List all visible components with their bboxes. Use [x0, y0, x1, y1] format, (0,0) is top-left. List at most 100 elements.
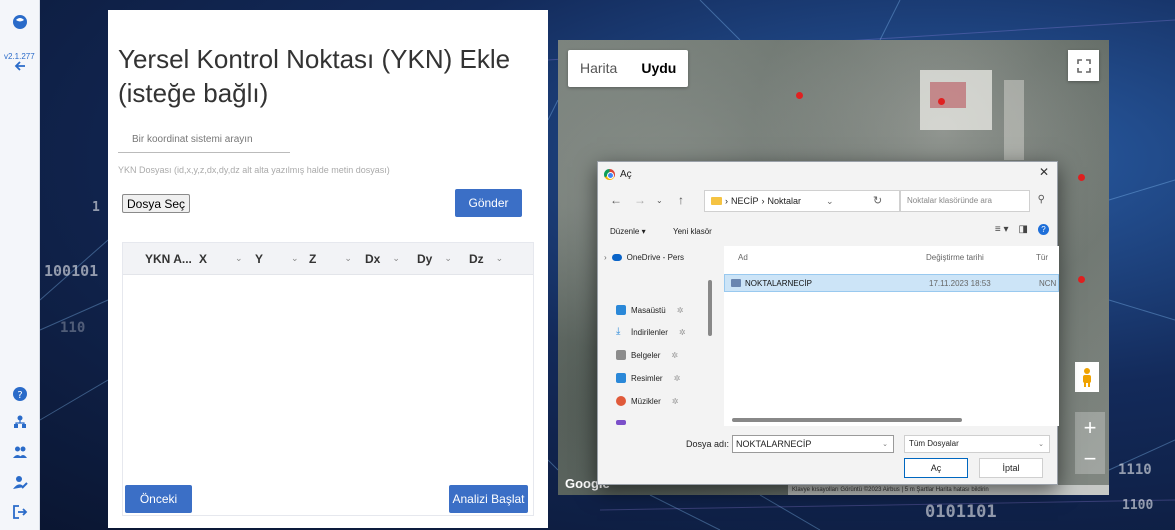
chevron-down-icon[interactable]: ⌄: [656, 196, 663, 205]
navigation-pane: › OneDrive - Pers Masaüstü ✲ ⤓ İndirilen…: [604, 246, 708, 426]
nav-item-label: Masaüstü: [631, 305, 666, 315]
chevron-down-icon[interactable]: ⌄: [826, 196, 834, 207]
ykn-marker[interactable]: [1078, 276, 1085, 283]
downloads-icon: ⤓: [616, 326, 621, 337]
bg-binary-text: 110: [60, 320, 86, 336]
bg-binary-text: 1110: [1118, 462, 1152, 478]
chevron-down-icon[interactable]: ⌄: [235, 253, 243, 264]
documents-icon: [616, 350, 626, 360]
back-arrow-icon[interactable]: ←: [610, 193, 622, 207]
nav-item-documents[interactable]: Belgeler ✲: [616, 347, 678, 363]
chevron-down-icon[interactable]: ⌄: [882, 437, 888, 453]
zoom-out-button[interactable]: −: [1075, 443, 1105, 474]
column-header-dx[interactable]: Dx ⌄: [365, 243, 417, 275]
breadcrumb-item[interactable]: NECİP: [731, 196, 759, 206]
column-header-dy[interactable]: Dy ⌄: [417, 243, 469, 275]
tab-satellite[interactable]: Uydu: [629, 50, 688, 87]
file-row[interactable]: NOKTALARNECİP 17.11.2023 18:53 NCN: [724, 274, 1059, 292]
ykn-marker[interactable]: [1078, 174, 1085, 181]
coordinate-system-search-input[interactable]: [118, 127, 290, 153]
file-type-value: Tüm Dosyalar: [909, 439, 959, 448]
start-analysis-button[interactable]: Analizi Başlat: [449, 485, 528, 513]
open-button[interactable]: Aç: [904, 458, 968, 478]
file-type: NCN: [1039, 278, 1057, 288]
tab-map[interactable]: Harita: [568, 50, 629, 87]
column-label: Dz: [469, 251, 484, 266]
pin-icon: ✲: [671, 396, 679, 406]
nav-item-downloads[interactable]: ⤓ İndirilenler ✲: [616, 324, 686, 340]
zoom-control: + −: [1075, 412, 1105, 474]
page-title: Yersel Kontrol Noktası (YKN) Ekle (isteğ…: [118, 44, 511, 108]
users-icon[interactable]: [8, 440, 32, 464]
new-folder-button[interactable]: Yeni klasör: [673, 227, 712, 236]
up-arrow-icon[interactable]: ↑: [678, 193, 684, 207]
refresh-icon[interactable]: ↻: [873, 194, 882, 207]
file-name-input[interactable]: NOKTALARNECİP ⌄: [732, 435, 894, 453]
chrome-icon: [604, 168, 615, 180]
file-list-scrollbar[interactable]: [732, 418, 962, 422]
left-rail: v2.1.277 ?: [0, 0, 40, 530]
nav-item-videos[interactable]: [616, 414, 626, 430]
folder-icon: [711, 197, 722, 205]
breadcrumb-separator: ›: [761, 196, 765, 206]
nav-item-onedrive[interactable]: › OneDrive - Pers: [604, 249, 684, 265]
onedrive-icon: [611, 253, 622, 261]
network-icon[interactable]: [8, 410, 32, 434]
choose-file-button[interactable]: Dosya Seç: [122, 194, 191, 213]
help-icon[interactable]: ?: [8, 382, 32, 406]
file-type-select[interactable]: Tüm Dosyalar ⌄: [904, 435, 1050, 453]
zoom-in-button[interactable]: +: [1075, 412, 1105, 443]
column-header-dz[interactable]: Dz ⌄: [469, 243, 521, 275]
chevron-down-icon[interactable]: ⌄: [1038, 437, 1044, 453]
back-arrow-icon[interactable]: [8, 54, 32, 78]
nav-item-desktop[interactable]: Masaüstü ✲: [616, 302, 683, 318]
file-open-dialog: Aç ✕ ← → ⌄ ↑ › NECİP › Noktalar ⌄ ↻ Nokt…: [597, 161, 1059, 485]
chevron-down-icon[interactable]: ⌄: [496, 253, 504, 264]
address-bar[interactable]: › NECİP › Noktalar ⌄: [704, 190, 900, 212]
view-list-icon[interactable]: ≡ ▾: [995, 224, 1009, 235]
column-label: Dy: [417, 251, 433, 266]
preview-pane-icon[interactable]: ◨: [1019, 224, 1028, 235]
nav-pane-scrollbar[interactable]: [708, 280, 712, 336]
folder-search-input[interactable]: Noktalar klasöründe ara: [900, 190, 1030, 212]
fullscreen-icon[interactable]: [1068, 50, 1099, 81]
column-header-name[interactable]: Ad: [738, 253, 926, 262]
search-icon[interactable]: ⚲: [1038, 194, 1045, 205]
ykn-marker[interactable]: [796, 92, 803, 99]
building-rooftop: [930, 82, 966, 108]
file-list-header: Ad Değiştirme tarihi Tür: [724, 246, 1059, 268]
chevron-down-icon[interactable]: ⌄: [444, 253, 452, 264]
nav-item-music[interactable]: Müzikler ✲: [616, 393, 678, 409]
send-button[interactable]: Gönder: [455, 189, 522, 217]
help-icon[interactable]: ?: [1038, 224, 1049, 235]
column-header-z[interactable]: Z ⌄: [309, 243, 365, 275]
chevron-down-icon[interactable]: ⌄: [291, 253, 299, 264]
nav-item-pictures[interactable]: Resimler ✲: [616, 370, 680, 386]
ykn-panel: Yersel Kontrol Noktası (YKN) Ekle (isteğ…: [108, 10, 548, 528]
ykn-file-hint: YKN Dosyası (id,x,y,z,dx,dy,dz alt alta …: [118, 165, 390, 175]
breadcrumb-item[interactable]: Noktalar: [768, 196, 802, 206]
user-settings-icon[interactable]: [8, 470, 32, 494]
logo-icon[interactable]: [8, 10, 32, 34]
close-icon[interactable]: ✕: [1039, 165, 1049, 179]
column-header-ykn-adi[interactable]: YKN A...: [145, 243, 199, 275]
logout-icon[interactable]: [8, 500, 32, 524]
organize-menu[interactable]: Düzenle ▾: [610, 227, 646, 236]
column-header-x[interactable]: X ⌄: [199, 243, 255, 275]
dialog-toolbar: Düzenle ▾ Yeni klasör ≡ ▾ ◨ ?: [598, 222, 1057, 242]
bg-binary-text: 1100: [1122, 498, 1154, 513]
pin-icon: ✲: [671, 350, 679, 360]
column-header-type[interactable]: Tür: [1036, 253, 1048, 262]
forward-arrow-icon[interactable]: →: [634, 193, 646, 207]
nav-item-label: Resimler: [631, 373, 663, 383]
chevron-down-icon[interactable]: ⌄: [344, 253, 352, 264]
ykn-marker[interactable]: [938, 98, 945, 105]
chevron-down-icon[interactable]: ⌄: [392, 253, 400, 264]
column-header-date[interactable]: Değiştirme tarihi: [926, 253, 1036, 262]
column-header-y[interactable]: Y ⌄: [255, 243, 309, 275]
street-view-pegman-icon[interactable]: [1075, 362, 1099, 392]
previous-button[interactable]: Önceki: [125, 485, 192, 513]
nav-item-label: OneDrive - Pers: [626, 252, 685, 262]
dialog-footer: Dosya adı: NOKTALARNECİP ⌄ Tüm Dosyalar …: [598, 434, 1057, 484]
cancel-button[interactable]: İptal: [979, 458, 1043, 478]
